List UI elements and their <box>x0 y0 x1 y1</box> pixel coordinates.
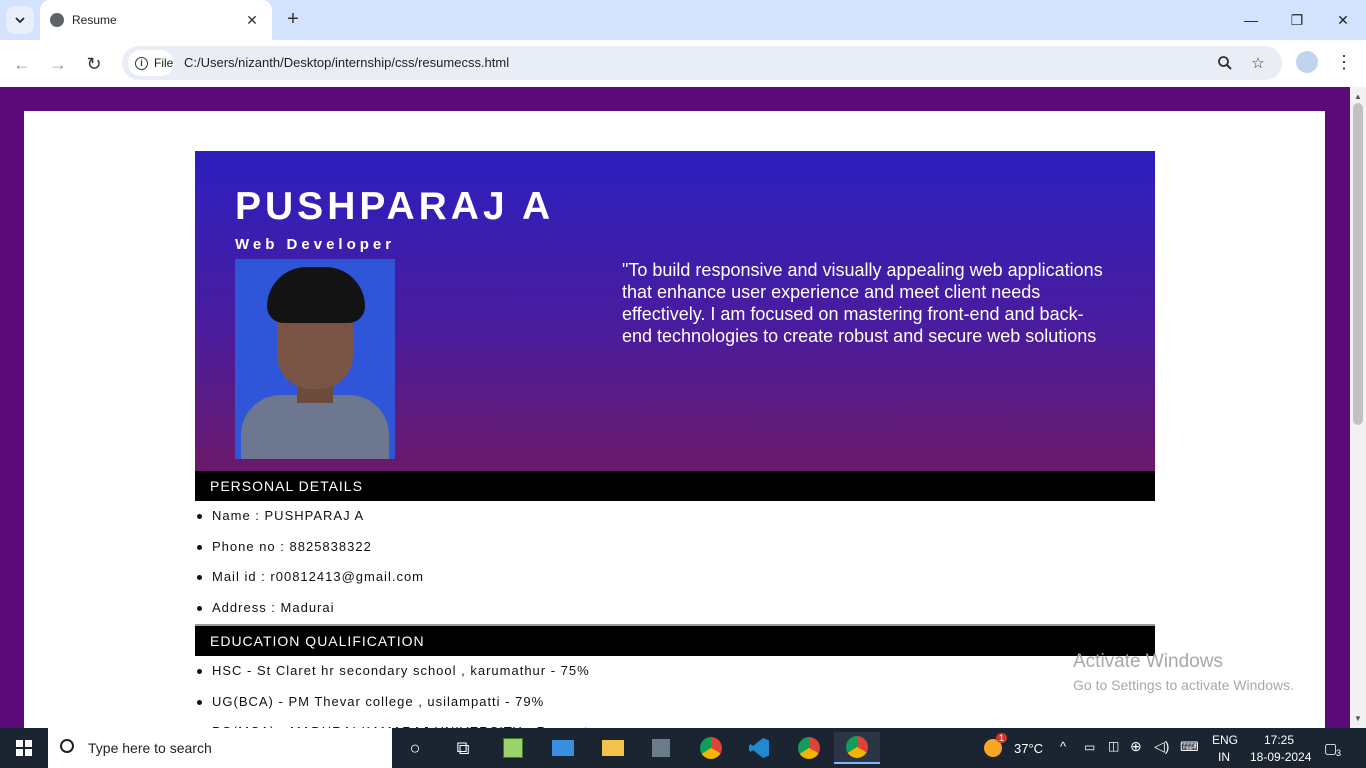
browser-toolbar: ← → ↻ i File C:/Users/nizanth/Desktop/in… <box>0 40 1366 87</box>
globe-icon <box>50 13 64 27</box>
volume-icon[interactable]: ◁) <box>1154 738 1169 755</box>
chrome-icon[interactable] <box>688 732 734 764</box>
info-icon: i <box>135 56 148 70</box>
file-explorer-icon[interactable] <box>590 732 636 764</box>
tab-search-button[interactable] <box>6 6 34 34</box>
chrome-active-icon[interactable] <box>834 732 880 764</box>
personal-details-list: Name : PUSHPARAJ A Phone no : 8825838322… <box>195 501 1155 623</box>
list-item: Name : PUSHPARAJ A <box>195 501 1155 532</box>
tab-title: Resume <box>72 13 117 27</box>
list-item: HSC - St Claret hr secondary school , ka… <box>195 656 1155 687</box>
forward-arrow-icon[interactable]: → <box>43 49 73 79</box>
taskbar-search-placeholder: Type here to search <box>88 740 212 756</box>
taskbar-search-box[interactable]: Type here to search <box>48 728 392 768</box>
spreadsheet-app-icon[interactable] <box>490 732 536 764</box>
mail-icon[interactable] <box>540 732 586 764</box>
page-container: PUSHPARAJ A Web Developer "To build resp… <box>24 111 1325 728</box>
watermark-subtitle: Go to Settings to activate Windows. <box>1073 677 1294 693</box>
site-info-label: File <box>154 56 174 70</box>
notification-count: 3 <box>1336 748 1342 758</box>
battery-icon[interactable]: ▭ <box>1084 740 1095 754</box>
zoom-icon[interactable] <box>1215 53 1235 73</box>
tab-resume[interactable]: Resume ✕ <box>40 0 272 40</box>
profile-photo <box>235 259 395 459</box>
browser-tab-strip: Resume ✕ + — ❐ ✕ <box>0 0 1366 40</box>
url-text[interactable]: C:/Users/nizanth/Desktop/internship/css/… <box>184 55 509 70</box>
minimize-icon[interactable]: — <box>1228 0 1274 40</box>
temperature-text[interactable]: 37°C <box>1014 741 1043 756</box>
close-window-icon[interactable]: ✕ <box>1320 0 1366 40</box>
start-button[interactable] <box>0 728 48 768</box>
list-item: Address : Madurai <box>195 593 1155 624</box>
task-view-icon[interactable]: ⧉ <box>440 732 486 764</box>
education-heading: EDUCATION QUALIFICATION <box>195 626 1155 656</box>
vscode-icon[interactable] <box>736 732 782 764</box>
candidate-name: PUSHPARAJ A <box>235 185 555 228</box>
chevron-down-icon <box>15 17 25 24</box>
network-globe-icon[interactable]: ⊕ <box>1130 738 1142 755</box>
new-tab-button[interactable]: + <box>282 8 304 32</box>
list-item: Phone no : 8825838322 <box>195 532 1155 563</box>
reload-icon[interactable]: ↻ <box>79 49 109 79</box>
scroll-down-arrow-icon[interactable]: ▼ <box>1350 711 1366 727</box>
windows-logo-icon <box>16 740 32 756</box>
weather-badge: 1 <box>996 733 1008 743</box>
back-arrow-icon[interactable]: ← <box>7 49 37 79</box>
tray-chevron-up-icon[interactable]: ^ <box>1060 739 1066 754</box>
scrollbar-thumb[interactable] <box>1353 103 1363 425</box>
address-bar[interactable]: i File C:/Users/nizanth/Desktop/internsh… <box>122 46 1282 80</box>
profile-avatar-icon[interactable] <box>1296 51 1318 73</box>
language-region[interactable]: IN <box>1218 750 1230 764</box>
vertical-scrollbar[interactable]: ▲ ▼ <box>1350 87 1366 728</box>
bookmark-star-icon[interactable]: ☆ <box>1248 53 1268 73</box>
cortana-icon[interactable]: ○ <box>392 732 438 764</box>
language-code[interactable]: ENG <box>1212 733 1238 747</box>
search-icon <box>60 739 74 753</box>
list-item: PG(MCA) - MADURAI KAMARAJ UNIVERSITY - P… <box>195 717 1155 728</box>
resume-header: PUSHPARAJ A Web Developer "To build resp… <box>195 151 1155 471</box>
windows-taskbar: Type here to search ○ ⧉ 1 37°C ^ ▭ ◫ ⊕ ◁… <box>0 728 1366 768</box>
clock-time[interactable]: 17:25 <box>1264 733 1294 747</box>
candidate-role: Web Developer <box>235 236 396 253</box>
page-viewport: PUSHPARAJ A Web Developer "To build resp… <box>0 87 1350 728</box>
restore-icon[interactable]: ❐ <box>1274 0 1320 40</box>
chrome-profile-icon[interactable] <box>786 732 832 764</box>
menu-kebab-icon[interactable]: ⋮ <box>1334 50 1354 76</box>
education-list: HSC - St Claret hr secondary school , ka… <box>195 656 1155 728</box>
watermark-title: Activate Windows <box>1073 651 1223 672</box>
clock-date[interactable]: 18-09-2024 <box>1250 750 1311 764</box>
activate-windows-watermark: Activate Windows Go to Settings to activ… <box>1073 651 1294 693</box>
store-app-icon[interactable] <box>638 732 684 764</box>
list-item: Mail id : r00812413@gmail.com <box>195 562 1155 593</box>
personal-details-heading: PERSONAL DETAILS <box>195 471 1155 501</box>
keyboard-icon[interactable]: ⌨ <box>1180 739 1199 755</box>
list-item: UG(BCA) - PM Thevar college , usilampatt… <box>195 687 1155 718</box>
site-info-chip[interactable]: i File <box>128 50 174 76</box>
close-tab-icon[interactable]: ✕ <box>242 10 262 30</box>
career-objective: "To build responsive and visually appeal… <box>622 260 1103 346</box>
meet-now-icon[interactable]: ◫ <box>1108 739 1119 753</box>
resume: PUSHPARAJ A Web Developer "To build resp… <box>195 151 1155 728</box>
